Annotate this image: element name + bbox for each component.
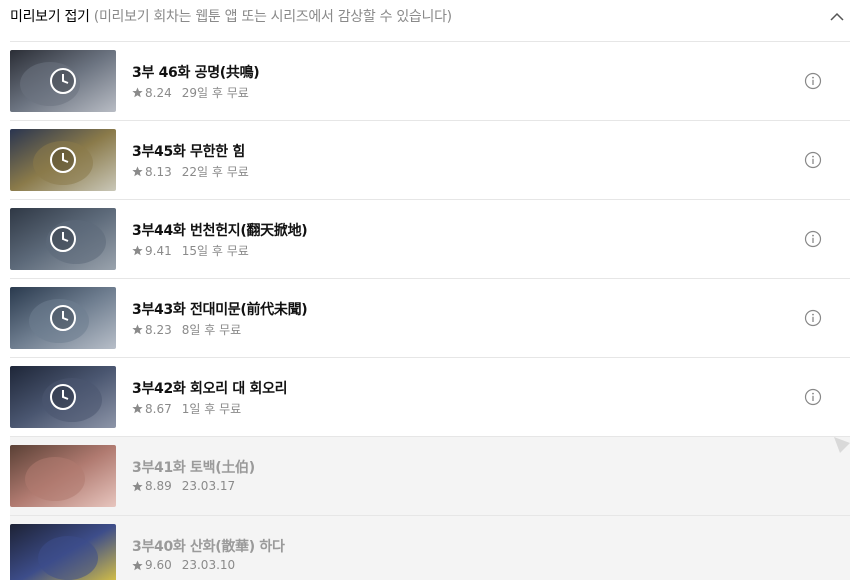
episode-meta: 8.89 23.03.17 <box>132 479 235 493</box>
episode-row[interactable]: 3부41화 토백(土伯) 8.89 23.03.17 <box>10 437 850 516</box>
star-icon <box>132 403 143 414</box>
episode-row[interactable]: 3부 46화 공명(共鳴) 8.24 29일 후 무료 <box>10 42 850 121</box>
episode-title: 3부43화 전대미문(前代未聞) <box>132 302 308 318</box>
episode-thumbnail <box>10 366 116 428</box>
collapse-subtitle: (미리보기 회차는 웹툰 앱 또는 시리즈에서 감상할 수 있습니다) <box>93 9 452 25</box>
thumbnail-art <box>10 524 116 580</box>
episode-rating: 8.23 <box>145 322 172 337</box>
episode-meta: 8.67 1일 후 무료 <box>132 400 241 417</box>
episode-title: 3부40화 산화(散華) 하다 <box>132 539 285 555</box>
episode-thumbnail <box>10 445 116 507</box>
clock-icon <box>50 384 76 410</box>
episode-rating: 8.13 <box>145 164 172 179</box>
episode-meta: 8.24 29일 후 무료 <box>132 84 249 101</box>
episode-rating: 9.60 <box>145 558 172 572</box>
episode-thumbnail <box>10 287 116 349</box>
episode-list: 3부 46화 공명(共鳴) 8.24 29일 후 무료 3부45화 무한한 힘 … <box>10 42 850 580</box>
episode-meta: 8.23 8일 후 무료 <box>132 321 241 338</box>
episode-status: 29일 후 무료 <box>181 86 249 100</box>
episode-title: 3부45화 무한한 힘 <box>132 144 245 160</box>
episode-row[interactable]: 3부45화 무한한 힘 8.13 22일 후 무료 <box>10 121 850 200</box>
episode-row[interactable]: 3부42화 회오리 대 회오리 8.67 1일 후 무료 <box>10 358 850 437</box>
episode-status: 23.03.10 <box>181 558 236 572</box>
episode-status: 15일 후 무료 <box>181 244 249 258</box>
episode-rating: 8.67 <box>145 401 172 416</box>
episode-status: 22일 후 무료 <box>181 165 249 179</box>
clock-icon <box>50 68 76 94</box>
star-icon <box>132 324 143 335</box>
episode-thumbnail <box>10 50 116 112</box>
clock-icon <box>50 226 76 252</box>
clock-icon <box>50 305 76 331</box>
info-icon[interactable] <box>804 230 822 248</box>
info-icon[interactable] <box>804 388 822 406</box>
episode-title: 3부 46화 공명(共鳴) <box>132 65 260 81</box>
episode-meta: 8.13 22일 후 무료 <box>132 163 249 180</box>
clock-icon <box>50 147 76 173</box>
preview-collapse-header[interactable]: 미리보기 접기 (미리보기 회차는 웹툰 앱 또는 시리즈에서 감상할 수 있습… <box>10 0 850 42</box>
info-icon[interactable] <box>804 309 822 327</box>
star-icon <box>132 245 143 256</box>
episode-meta: 9.60 23.03.10 <box>132 558 235 572</box>
episode-thumbnail <box>10 129 116 191</box>
episode-rating: 8.24 <box>145 85 172 100</box>
episode-title: 3부42화 회오리 대 회오리 <box>132 381 288 397</box>
episode-row[interactable]: 3부43화 전대미문(前代未聞) 8.23 8일 후 무료 <box>10 279 850 358</box>
corner-fold-icon <box>834 437 850 453</box>
episode-row[interactable]: 3부44화 번천헌지(翻天掀地) 9.41 15일 후 무료 <box>10 200 850 279</box>
episode-thumbnail <box>10 208 116 270</box>
episode-rating: 8.89 <box>145 479 172 493</box>
star-icon <box>132 559 143 570</box>
star-icon <box>132 87 143 98</box>
preview-collapse-title: 미리보기 접기 (미리보기 회차는 웹툰 앱 또는 시리즈에서 감상할 수 있습… <box>10 6 452 26</box>
episode-status: 23.03.17 <box>181 479 236 493</box>
star-icon <box>132 166 143 177</box>
episode-title: 3부41화 토백(土伯) <box>132 460 255 476</box>
episode-status: 8일 후 무료 <box>181 323 242 337</box>
episode-status: 1일 후 무료 <box>181 402 242 416</box>
thumbnail-art <box>10 445 116 507</box>
collapse-label: 미리보기 접기 <box>10 9 90 25</box>
star-icon <box>132 480 143 491</box>
episode-meta: 9.41 15일 후 무료 <box>132 242 249 259</box>
chevron-up-icon[interactable] <box>828 8 846 26</box>
episode-row[interactable]: 3부40화 산화(散華) 하다 9.60 23.03.10 <box>10 516 850 580</box>
info-icon[interactable] <box>804 72 822 90</box>
info-icon[interactable] <box>804 151 822 169</box>
episode-rating: 9.41 <box>145 243 172 258</box>
episode-title: 3부44화 번천헌지(翻天掀地) <box>132 223 308 239</box>
episode-thumbnail <box>10 524 116 580</box>
